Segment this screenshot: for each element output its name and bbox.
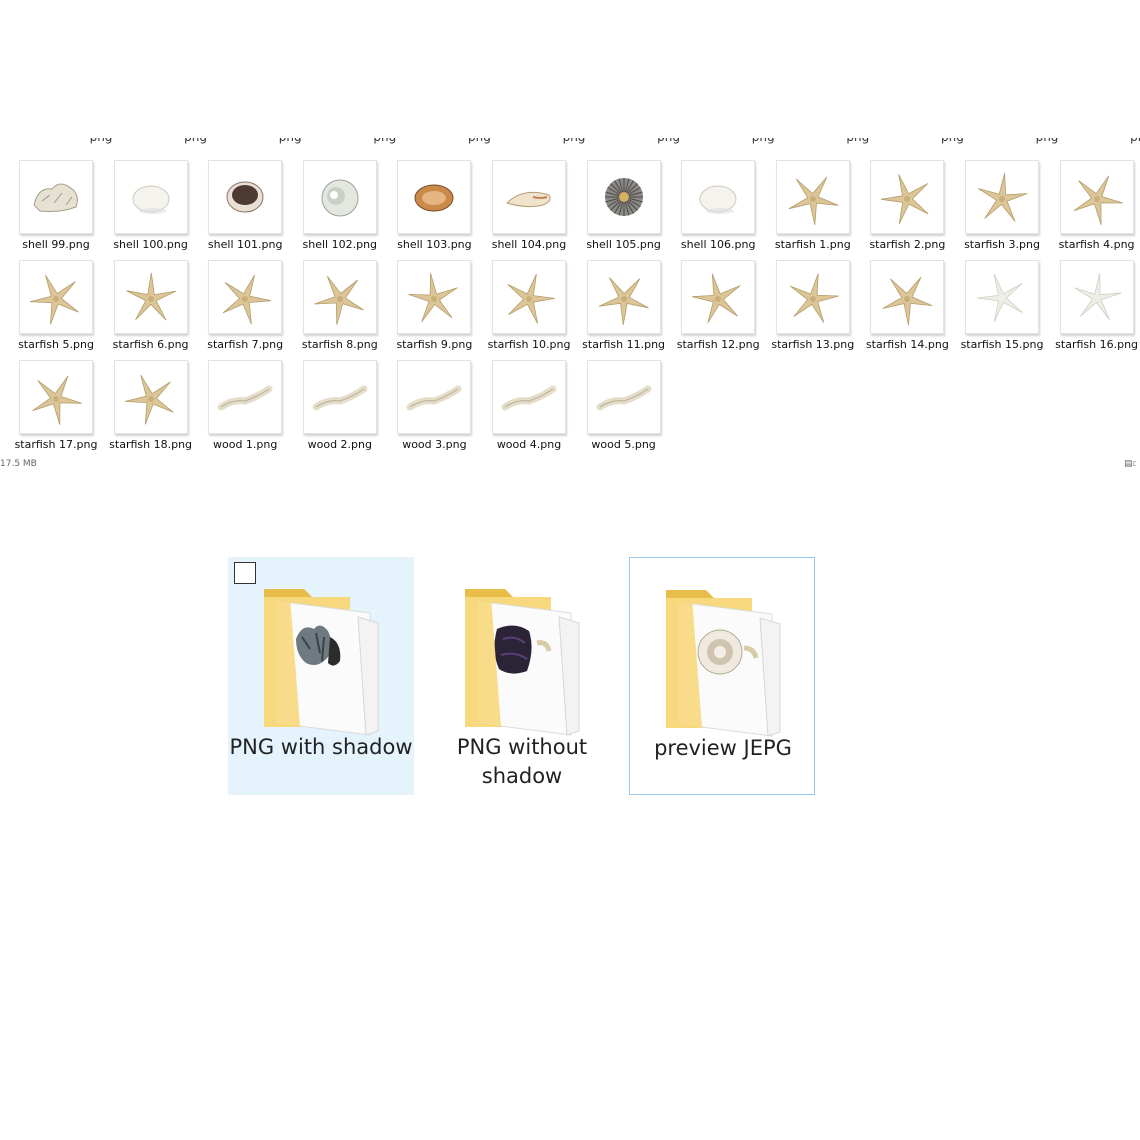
folder-row: PNG with shadow PNG without shadow preview… <box>0 0 1140 1140</box>
folder-icon <box>666 590 781 737</box>
folder-item[interactable]: preview JEPG <box>629 557 815 795</box>
folder-label: PNG with shadow <box>229 735 413 759</box>
folder-item[interactable]: PNG without shadow <box>429 557 615 795</box>
folder-label: preview JEPG <box>654 736 792 760</box>
select-checkbox[interactable] <box>234 562 256 584</box>
folder-icon <box>465 589 580 736</box>
folder-item[interactable]: PNG with shadow <box>228 557 414 795</box>
folder-icon <box>264 589 379 736</box>
folder-label: PNG without shadow <box>456 735 588 788</box>
